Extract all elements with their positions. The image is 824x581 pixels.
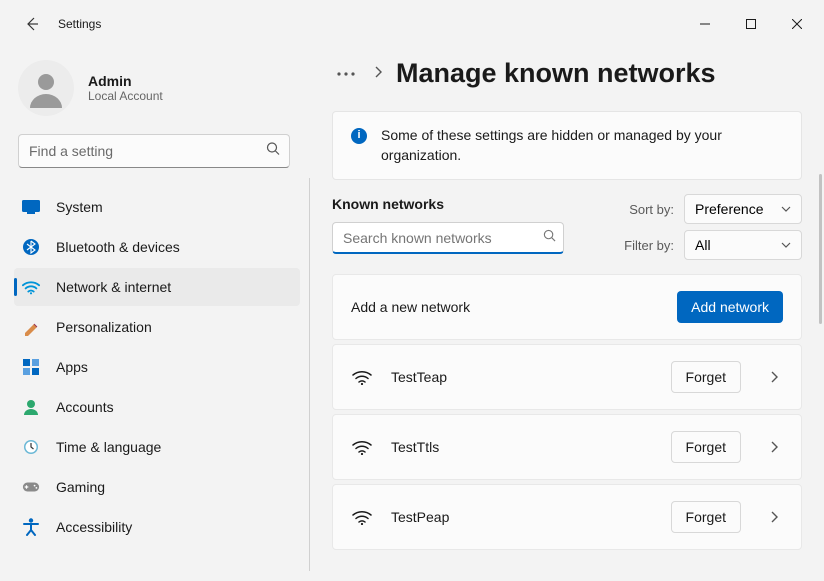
sort-select[interactable]: Preference	[684, 194, 802, 224]
known-networks-search-input[interactable]	[332, 222, 564, 254]
system-icon	[22, 198, 40, 216]
wifi-icon	[22, 278, 40, 296]
network-row[interactable]: TestTtls Forget	[332, 414, 802, 480]
sidebar-search-input[interactable]	[18, 134, 290, 168]
minimize-button[interactable]	[682, 8, 728, 40]
close-button[interactable]	[774, 8, 820, 40]
network-name: TestPeap	[391, 509, 449, 525]
sort-label: Sort by:	[612, 202, 674, 217]
nav-label: Personalization	[56, 319, 152, 335]
forget-button[interactable]: Forget	[671, 431, 741, 463]
breadcrumb-ellipsis[interactable]	[332, 72, 360, 76]
add-network-label: Add a new network	[351, 299, 470, 315]
search-icon	[543, 229, 556, 247]
filter-select[interactable]: All	[684, 230, 802, 260]
wifi-icon	[351, 440, 373, 455]
app-title: Settings	[58, 17, 101, 31]
ellipsis-icon	[337, 72, 355, 76]
add-network-button[interactable]: Add network	[677, 291, 783, 323]
nav-label: System	[56, 199, 103, 215]
banner-text: Some of these settings are hidden or man…	[381, 126, 783, 165]
sidebar-search	[18, 134, 290, 168]
chevron-right-icon	[765, 371, 783, 383]
accounts-icon	[22, 398, 40, 416]
user-name: Admin	[88, 73, 163, 89]
known-networks-heading: Known networks	[332, 196, 596, 212]
nav-label: Gaming	[56, 479, 105, 495]
time-icon	[22, 438, 40, 456]
network-row[interactable]: TestPeap Forget	[332, 484, 802, 550]
info-icon: i	[351, 128, 367, 144]
nav-item-accessibility[interactable]: Accessibility	[14, 508, 300, 546]
gaming-icon	[22, 478, 40, 496]
nav-item-apps[interactable]: Apps	[14, 348, 300, 386]
user-row[interactable]: Admin Local Account	[6, 56, 300, 134]
forget-button[interactable]: Forget	[671, 501, 741, 533]
personalization-icon	[22, 318, 40, 336]
nav-item-time-language[interactable]: Time & language	[14, 428, 300, 466]
nav-item-system[interactable]: System	[14, 188, 300, 226]
page-title: Manage known networks	[396, 58, 716, 89]
chevron-down-icon	[781, 242, 791, 248]
maximize-icon	[746, 19, 756, 29]
avatar	[18, 60, 74, 116]
wifi-icon	[351, 370, 373, 385]
wifi-icon	[351, 510, 373, 525]
filter-value: All	[695, 237, 711, 253]
nav-item-gaming[interactable]: Gaming	[14, 468, 300, 506]
forget-button[interactable]: Forget	[671, 361, 741, 393]
nav-item-personalization[interactable]: Personalization	[14, 308, 300, 346]
nav-item-bluetooth-devices[interactable]: Bluetooth & devices	[14, 228, 300, 266]
nav-label: Bluetooth & devices	[56, 239, 180, 255]
close-icon	[792, 19, 802, 29]
window-controls	[682, 8, 820, 40]
network-row[interactable]: TestTeap Forget	[332, 344, 802, 410]
main: Manage known networks i Some of these se…	[310, 48, 824, 581]
filter-label: Filter by:	[612, 238, 674, 253]
nav-label: Accounts	[56, 399, 114, 415]
scrollbar[interactable]	[819, 174, 822, 324]
chevron-down-icon	[781, 206, 791, 212]
chevron-right-icon	[765, 441, 783, 453]
arrow-left-icon	[24, 16, 40, 32]
nav-item-network-internet[interactable]: Network & internet	[14, 268, 300, 306]
sidebar: Admin Local Account System Bluetooth & de…	[0, 48, 310, 581]
nav-label: Apps	[56, 359, 88, 375]
titlebar: Settings	[0, 0, 824, 48]
nav-label: Network & internet	[56, 279, 171, 295]
chevron-right-icon	[374, 65, 382, 83]
network-name: TestTeap	[391, 369, 447, 385]
chevron-right-icon	[765, 511, 783, 523]
network-name: TestTtls	[391, 439, 439, 455]
avatar-icon	[26, 68, 66, 108]
breadcrumb: Manage known networks	[332, 58, 816, 89]
minimize-icon	[700, 19, 710, 29]
accessibility-icon	[22, 518, 40, 536]
apps-icon	[22, 358, 40, 376]
nav-label: Time & language	[56, 439, 161, 455]
bluetooth-icon	[22, 238, 40, 256]
maximize-button[interactable]	[728, 8, 774, 40]
org-banner: i Some of these settings are hidden or m…	[332, 111, 802, 180]
nav-item-accounts[interactable]: Accounts	[14, 388, 300, 426]
back-button[interactable]	[20, 12, 44, 36]
nav: System Bluetooth & devices Network & inter…	[6, 188, 300, 546]
content-scroll[interactable]: i Some of these settings are hidden or m…	[332, 111, 816, 581]
user-sub: Local Account	[88, 89, 163, 103]
sort-value: Preference	[695, 201, 763, 217]
nav-label: Accessibility	[56, 519, 132, 535]
add-network-card: Add a new network Add network	[332, 274, 802, 340]
search-icon	[266, 142, 280, 161]
